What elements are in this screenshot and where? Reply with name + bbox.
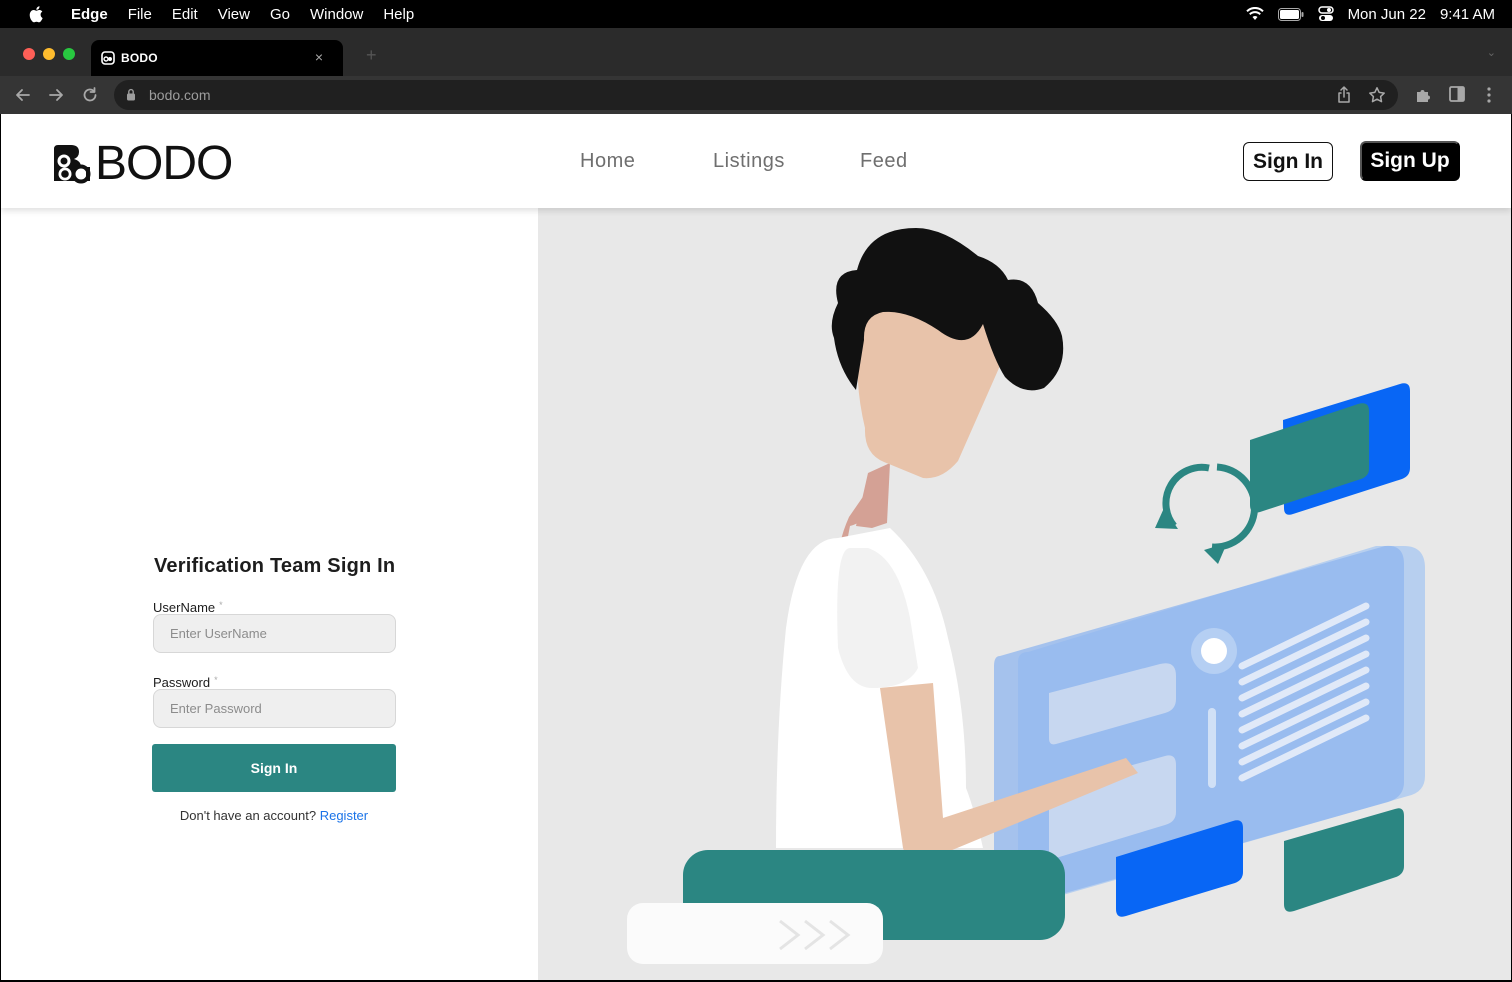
reload-icon[interactable] xyxy=(80,85,100,105)
header-sign-in-button[interactable]: Sign In xyxy=(1243,142,1333,181)
menubar-date[interactable]: Mon Jun 22 xyxy=(1348,6,1426,23)
lock-icon[interactable] xyxy=(126,88,136,101)
control-center-icon[interactable] xyxy=(1317,6,1334,22)
new-tab-button[interactable]: + xyxy=(366,45,377,66)
username-input[interactable] xyxy=(153,614,396,653)
more-menu-icon[interactable] xyxy=(1486,86,1492,104)
sign-in-panel: Verification Team Sign In UserName* Pass… xyxy=(1,208,538,980)
required-asterisk: * xyxy=(219,600,223,610)
bodo-logo-mark-icon xyxy=(54,145,91,184)
menu-view[interactable]: View xyxy=(218,6,250,23)
tab-strip: BODO × + ⌄ xyxy=(0,28,1512,76)
menubar-time[interactable]: 9:41 AM xyxy=(1440,6,1495,23)
password-label: Password * xyxy=(153,675,218,690)
menu-help[interactable]: Help xyxy=(383,6,414,23)
forward-arrow-icon[interactable] xyxy=(46,85,66,105)
menu-go[interactable]: Go xyxy=(270,6,290,23)
seat-cushion xyxy=(627,850,1065,964)
menu-app-name[interactable]: Edge xyxy=(71,6,108,23)
form-title: Verification Team Sign In xyxy=(154,555,396,577)
close-window-button[interactable] xyxy=(23,48,35,60)
nav-listings-link[interactable]: Listings xyxy=(713,150,785,173)
menu-edit[interactable]: Edit xyxy=(172,6,198,23)
nav-home-link[interactable]: Home xyxy=(580,150,635,173)
browser-chrome: BODO × + ⌄ bodo.com xyxy=(0,28,1512,114)
sidebar-toggle-icon[interactable] xyxy=(1449,86,1465,102)
site-header: BODO Home Listings Feed Sign In Sign Up xyxy=(1,114,1511,208)
browser-toolbar: bodo.com xyxy=(0,76,1512,114)
logo-wordmark: BODO xyxy=(95,137,233,190)
share-icon[interactable] xyxy=(1336,86,1352,104)
username-label: UserName * xyxy=(153,600,223,615)
menu-file[interactable]: File xyxy=(128,6,152,23)
minimize-window-button[interactable] xyxy=(43,48,55,60)
address-bar[interactable]: bodo.com xyxy=(114,80,1398,110)
wifi-icon[interactable] xyxy=(1245,7,1264,21)
illustration-panel xyxy=(538,208,1511,980)
header-sign-up-button[interactable]: Sign Up xyxy=(1360,141,1460,181)
tab-title: BODO xyxy=(121,51,158,65)
menu-window[interactable]: Window xyxy=(310,6,363,23)
bodo-logo[interactable]: BODO xyxy=(51,137,233,190)
required-asterisk: * xyxy=(214,675,218,685)
maximize-window-button[interactable] xyxy=(63,48,75,60)
person-with-screen-illustration xyxy=(627,228,1425,964)
battery-icon[interactable] xyxy=(1277,7,1304,21)
nav-feed-link[interactable]: Feed xyxy=(860,150,908,173)
back-arrow-icon[interactable] xyxy=(13,85,33,105)
favorite-star-icon[interactable] xyxy=(1368,86,1386,104)
tab-search-chevron-icon[interactable]: ⌄ xyxy=(1487,46,1496,59)
tab-close-icon[interactable]: × xyxy=(315,49,323,65)
register-link[interactable]: Register xyxy=(320,808,368,823)
extensions-puzzle-icon[interactable] xyxy=(1414,86,1432,104)
password-input[interactable] xyxy=(153,689,396,728)
sign-in-submit-button[interactable]: Sign In xyxy=(152,744,396,792)
register-prompt: Don't have an account? Register xyxy=(152,808,396,823)
apple-icon[interactable] xyxy=(29,5,45,23)
web-page: BODO Home Listings Feed Sign In Sign Up … xyxy=(1,114,1511,980)
browser-tab[interactable]: BODO × xyxy=(91,40,343,76)
bodo-favicon-icon xyxy=(101,51,115,65)
url-text[interactable]: bodo.com xyxy=(149,87,210,103)
sync-arrows-icon xyxy=(1155,463,1258,564)
macos-menu-bar: Edge File Edit View Go Window Help Mon J… xyxy=(0,0,1512,28)
no-account-text: Don't have an account? xyxy=(179,808,317,823)
